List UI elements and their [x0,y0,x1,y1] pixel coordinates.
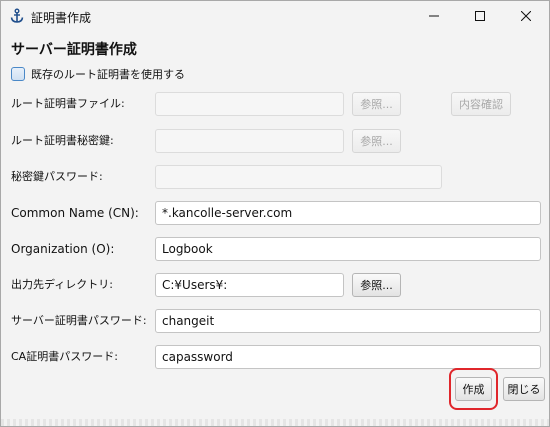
output-dir-input[interactable]: C:¥Users¥: [155,273,344,297]
close-button[interactable]: 閉じる [503,377,545,401]
output-dir-label: 出力先ディレクトリ: [11,278,113,291]
ca-password-input[interactable]: capassword [155,345,541,369]
server-password-input[interactable]: changeit [155,309,541,333]
title-bar[interactable]: 証明書作成 [1,1,549,31]
root-cert-file-input[interactable] [155,92,344,116]
root-cert-key-input[interactable] [155,129,344,153]
browse-root-key-button[interactable]: 参照... [352,129,401,153]
minimize-icon [429,15,439,17]
browse-output-button[interactable]: 参照... [352,273,401,297]
browse-root-file-button[interactable]: 参照... [352,92,401,116]
root-cert-key-label: ルート証明書秘密鍵: [11,134,114,147]
anchor-icon [9,8,25,24]
use-existing-root-checkbox[interactable]: 既存のルート証明書を使用する [11,66,185,82]
verify-content-button[interactable]: 内容確認 [451,92,511,116]
common-name-input[interactable]: *.kancolle-server.com [155,201,541,225]
window-bottom-edge [1,419,549,426]
use-existing-root-label: 既存のルート証明書を使用する [31,68,185,81]
common-name-label: Common Name (CN): [11,206,139,220]
certificate-dialog: 証明書作成 サーバー証明書作成 既存のルート証明書を使用する ルート証明書ファイ… [0,0,550,427]
minimize-button[interactable] [411,1,457,31]
window-title: 証明書作成 [31,11,92,25]
dialog-heading: サーバー証明書作成 [11,42,137,58]
key-password-label: 秘密鍵パスワード: [11,170,103,183]
server-password-label: サーバー証明書パスワード: [11,314,147,327]
key-password-input[interactable] [155,165,442,189]
organization-label: Organization (O): [11,242,115,256]
checkbox-box[interactable] [11,67,25,81]
create-button[interactable]: 作成 [455,377,492,401]
ca-password-label: CA証明書パスワード: [11,350,118,363]
root-cert-file-label: ルート証明書ファイル: [11,97,125,110]
maximize-button[interactable] [457,1,503,31]
close-icon [521,11,531,21]
organization-input[interactable]: Logbook [155,237,541,261]
maximize-icon [475,11,485,21]
close-window-button[interactable] [503,1,549,31]
